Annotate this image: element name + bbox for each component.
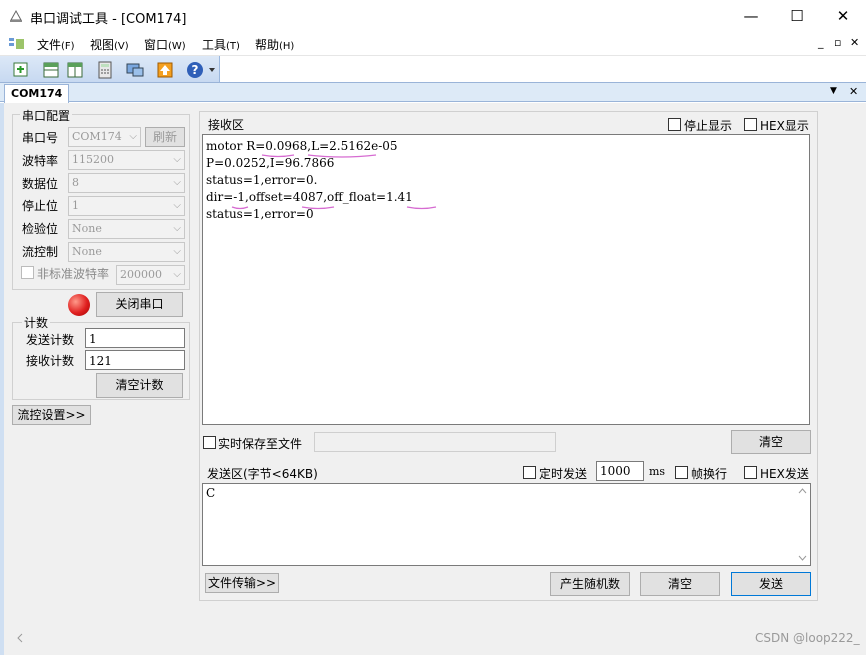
window-title: 串口调试工具 - [COM174] xyxy=(30,12,187,27)
menu-window[interactable]: 窗口(W) xyxy=(144,36,186,53)
flow-label: 流控制 xyxy=(22,245,59,259)
split-horizontal-icon[interactable] xyxy=(40,59,60,79)
horizontal-scrollbar[interactable] xyxy=(12,629,852,647)
minimize-button[interactable]: — xyxy=(728,0,774,32)
menu-help[interactable]: 帮助(H) xyxy=(255,36,294,53)
chevron-down-icon: ⌵ xyxy=(173,154,181,165)
frame-newline-label: 帧换行 xyxy=(691,467,728,481)
upload-icon[interactable] xyxy=(154,59,174,79)
svg-text:?: ? xyxy=(192,63,199,77)
chevron-down-icon: ⌵ xyxy=(173,200,181,211)
tab-com174[interactable]: COM174 xyxy=(4,84,70,103)
hex-display-label: HEX显示 xyxy=(760,119,809,133)
menu-tools[interactable]: 工具(T) xyxy=(202,36,240,53)
tab-list-dropdown[interactable]: ▼ xyxy=(830,86,837,96)
recv-count-field: 121 xyxy=(85,350,185,370)
chevron-down-icon: ⌵ xyxy=(173,246,181,257)
mdi-restore-button[interactable]: ▫ xyxy=(834,36,841,49)
interval-unit: ms xyxy=(649,465,666,478)
serial-config-title: 串口配置 xyxy=(20,107,73,124)
nonstd-baud-checkbox[interactable] xyxy=(21,266,34,279)
realtime-save-checkbox[interactable] xyxy=(203,436,216,449)
databits-select[interactable]: 8 ⌵ xyxy=(68,173,185,193)
menu-view[interactable]: 视图(V) xyxy=(90,36,129,53)
timed-send-checkbox[interactable] xyxy=(523,466,536,479)
parity-select[interactable]: None ⌵ xyxy=(68,219,185,239)
close-port-button[interactable]: 关闭串口 xyxy=(96,292,183,317)
clear-send-button[interactable]: 清空 xyxy=(640,572,720,596)
flow-settings-button[interactable]: 流控设置>> xyxy=(12,405,91,425)
send-title: 发送区(字节<64KB) xyxy=(207,467,318,481)
send-count-label: 发送计数 xyxy=(26,333,75,347)
split-vertical-icon[interactable] xyxy=(64,59,84,79)
calculator-icon[interactable] xyxy=(94,59,114,79)
frame-newline-checkbox[interactable] xyxy=(675,466,688,479)
realtime-save-label: 实时保存至文件 xyxy=(218,437,303,451)
random-button[interactable]: 产生随机数 xyxy=(550,572,630,596)
chevron-down-icon: ⌵ xyxy=(173,177,181,188)
file-transfer-button[interactable]: 文件传输>> xyxy=(205,573,279,593)
stop-display-label: 停止显示 xyxy=(684,119,733,133)
receive-title: 接收区 xyxy=(208,118,245,132)
title-bar[interactable]: 串口调试工具 - [COM174] — ☐ ✕ xyxy=(0,0,866,32)
mdi-close-button[interactable]: ✕ xyxy=(850,36,859,49)
new-session-icon[interactable] xyxy=(10,59,30,79)
counter-title: 计数 xyxy=(22,314,51,331)
save-path-field[interactable] xyxy=(314,432,556,452)
port-status-led xyxy=(68,294,90,316)
baud-label: 波特率 xyxy=(22,154,59,168)
watermark: CSDN @loop222_ xyxy=(755,631,860,645)
underline-annotations xyxy=(231,154,437,210)
port-select[interactable]: COM174 ⌵ xyxy=(68,127,141,147)
toolbar: ? xyxy=(0,56,220,82)
nonstd-baud-label: 非标准波特率 xyxy=(37,267,110,281)
send-count-field: 1 xyxy=(85,328,185,348)
parity-label: 检验位 xyxy=(22,222,59,236)
tab-strip: COM174 ▼ ✕ xyxy=(0,82,866,103)
send-scrollbar[interactable] xyxy=(795,484,810,565)
chevron-down-icon: ⌵ xyxy=(173,223,181,234)
interval-field[interactable]: 1000 xyxy=(596,461,644,481)
databits-label: 数据位 xyxy=(22,177,59,191)
chevron-down-icon: ⌵ xyxy=(129,131,137,142)
app-icon xyxy=(8,8,24,24)
hex-display-checkbox[interactable] xyxy=(744,118,757,131)
hex-send-checkbox[interactable] xyxy=(744,466,757,479)
refresh-button[interactable]: 刷新 xyxy=(145,127,185,147)
clear-receive-button[interactable]: 清空 xyxy=(731,430,811,454)
timed-send-label: 定时发送 xyxy=(539,467,588,481)
menu-file[interactable]: 文件(F) xyxy=(37,36,75,53)
mdi-minimize-button[interactable]: _ xyxy=(818,36,824,49)
flow-select[interactable]: None ⌵ xyxy=(68,242,185,262)
stopbits-label: 停止位 xyxy=(22,199,59,213)
chevron-down-icon: ⌵ xyxy=(173,269,181,280)
toolbar-overflow-icon[interactable] xyxy=(208,64,216,76)
monitor-icon[interactable] xyxy=(124,59,144,79)
close-button[interactable]: ✕ xyxy=(820,0,866,32)
stopbits-select[interactable]: 1 ⌵ xyxy=(68,196,185,216)
recv-count-label: 接收计数 xyxy=(26,354,75,368)
clear-count-button[interactable]: 清空计数 xyxy=(96,373,183,398)
stop-display-checkbox[interactable] xyxy=(668,118,681,131)
send-textarea[interactable]: C xyxy=(202,483,811,566)
menu-bar: 文件(F) 视图(V) 窗口(W) 工具(T) 帮助(H) _ ▫ ✕ xyxy=(0,32,866,56)
hex-send-label: HEX发送 xyxy=(760,467,809,481)
help-icon[interactable]: ? xyxy=(184,59,204,79)
tab-close-button[interactable]: ✕ xyxy=(849,85,858,98)
nonstd-baud-select[interactable]: 200000 ⌵ xyxy=(116,265,185,285)
maximize-button[interactable]: ☐ xyxy=(774,0,820,32)
send-button[interactable]: 发送 xyxy=(731,572,811,596)
port-label: 串口号 xyxy=(22,131,59,145)
baud-select[interactable]: 115200 ⌵ xyxy=(68,150,185,170)
menu-app-icon xyxy=(8,36,26,52)
